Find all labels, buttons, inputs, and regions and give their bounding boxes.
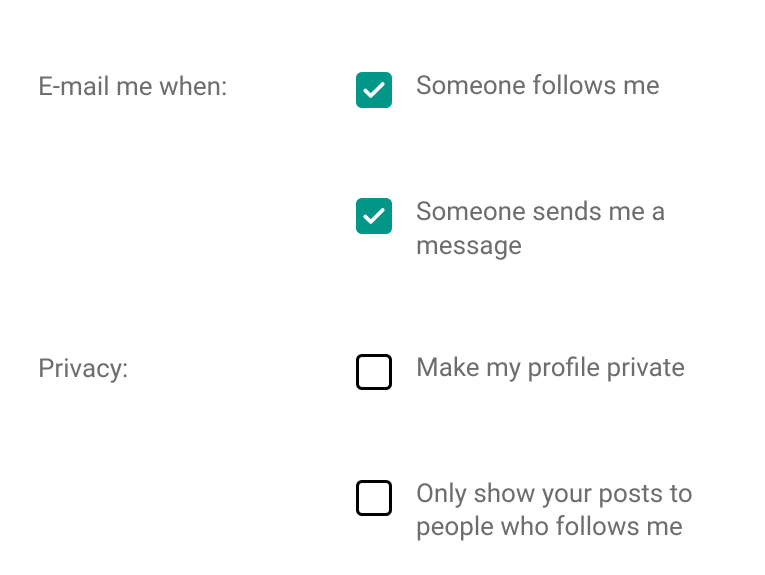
checkbox-someone-follows[interactable] [356,72,392,108]
checkbox-profile-private[interactable] [356,354,392,390]
privacy-section-label: Privacy: [38,322,356,384]
option-someone-follows: Someone follows me [356,40,727,138]
option-show-followers: Only show your posts to people who follo… [356,420,727,575]
check-icon [361,203,387,229]
option-someone-messages: Someone sends me a message [356,138,727,294]
option-label-someone-follows: Someone follows me [416,70,660,104]
email-options: Someone follows me Someone sends me a me… [356,40,727,294]
option-label-profile-private: Make my profile private [416,352,685,386]
email-section: E-mail me when: Someone follows me Someo… [38,40,727,294]
option-label-show-followers: Only show your posts to people who follo… [416,478,726,546]
email-section-label: E-mail me when: [38,40,356,102]
privacy-options: Make my profile private Only show your p… [356,322,727,575]
settings-container: E-mail me when: Someone follows me Someo… [38,40,727,575]
checkbox-show-followers[interactable] [356,480,392,516]
option-profile-private: Make my profile private [356,322,727,420]
privacy-section: Privacy: Make my profile private Only sh… [38,322,727,575]
option-label-someone-messages: Someone sends me a message [416,196,726,264]
check-icon [361,77,387,103]
checkbox-someone-messages[interactable] [356,198,392,234]
